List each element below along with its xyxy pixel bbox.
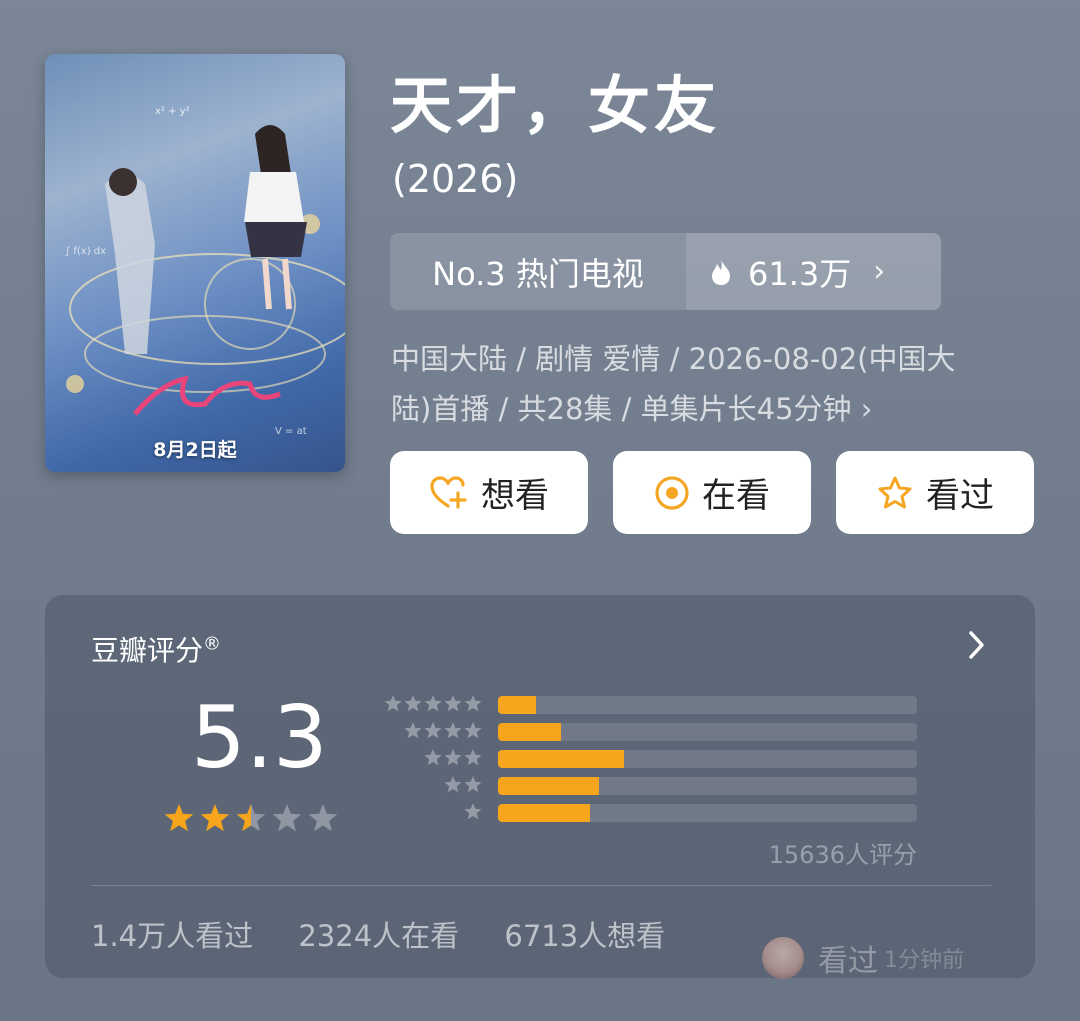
watching-button[interactable]: 在看 [613,451,811,534]
distribution-star-icon [424,749,442,766]
watched-label: 看过 [926,476,994,516]
rating-star-icon [272,804,302,832]
rating-card[interactable]: 豆瓣评分® 5.3 15636人评分 1.4万人看过 2324人在看 6713人… [45,595,1035,978]
distribution-bar-fill [498,750,624,768]
heart-plus-icon [430,475,467,509]
rating-star-icon [200,804,230,832]
poster-art: x² + y² V = at ∫ f(x) dx [65,106,345,437]
rating-title: 豆瓣评分® [91,629,221,669]
star-outline-icon [878,476,912,508]
watermark-text: 看过 [818,944,878,979]
distribution-star-labels [384,695,482,820]
distribution-star-icon [464,776,482,793]
distribution-bar-3 [498,750,917,768]
distribution-bar-fill [498,723,561,741]
watermark-time: 1分钟前 [884,948,964,973]
poster-date-text: 8月2日起 [153,439,237,461]
watched-button[interactable]: 看过 [836,451,1034,534]
distribution-star-icon [424,695,442,712]
chevron-right-icon: › [873,254,886,289]
watching-label: 在看 [702,476,770,516]
distribution-star-icon [464,695,482,712]
ranking-label: No.3 热门电视 [432,254,644,293]
heat-index[interactable]: 61.3万 › [686,233,941,310]
distribution-star-icon [444,722,462,739]
avatar [762,937,804,979]
distribution-star-icon [404,695,422,712]
distribution-star-icon [444,776,462,793]
distribution-bar-4 [498,723,917,741]
rating-star-icon [308,804,338,832]
distribution-star-icon [444,695,462,712]
distribution-bar-2 [498,777,917,795]
distribution-star-icon [464,803,482,820]
distribution-star-icon [464,722,482,739]
stat-want: 6713人想看 [504,919,666,953]
svg-text:x² + y²: x² + y² [155,106,190,117]
rating-count: 15636人评分 [768,841,917,869]
rating-distribution [498,696,917,831]
release-year: (2026) [392,157,519,201]
chevron-right-icon[interactable] [967,629,987,661]
meta-line-2: 陆)首播 / 共28集 / 单集片长45分钟 › [391,392,873,426]
circle-dot-icon [655,475,689,510]
audience-stats: 1.4万人看过 2324人在看 6713人想看 [91,913,701,955]
distribution-bar-fill [498,777,599,795]
distribution-star-icon [444,749,462,766]
distribution-star-icon [464,749,482,766]
stat-watching: 2324人在看 [298,919,460,953]
ranking-chip[interactable]: No.3 热门电视 61.3万 › [390,233,941,310]
meta-line-1: 中国大陆 / 剧情 爱情 / 2026-08-02(中国大 [391,342,956,376]
rating-stars [164,804,338,832]
distribution-star-icon [384,695,402,712]
stat-watched: 1.4万人看过 [91,919,254,953]
rating-star-icon [164,804,194,832]
rating-title-text: 豆瓣评分 [91,634,204,667]
page-title: 天才，女友 [390,69,721,142]
flame-icon [712,258,730,285]
registered-mark: ® [203,633,222,655]
want-to-watch-label: 想看 [481,476,549,516]
distribution-bar-1 [498,804,917,822]
heat-value: 61.3万 [748,254,852,293]
svg-text:∫ f(x) dx: ∫ f(x) dx [65,246,106,257]
distribution-bar-fill [498,696,536,714]
show-meta[interactable]: 中国大陆 / 剧情 爱情 / 2026-08-02(中国大 陆)首播 / 共28… [391,334,1041,434]
want-to-watch-button[interactable]: 想看 [390,451,588,534]
rating-score: 5.3 [191,688,328,788]
poster-image[interactable]: x² + y² V = at ∫ f(x) dx 8月2日起 [45,54,345,472]
rating-star-icon [236,804,266,832]
distribution-bar-5 [498,696,917,714]
distribution-star-icon [404,722,422,739]
activity-watermark: 看过 1分钟前 [762,936,964,980]
distribution-bar-fill [498,804,591,822]
distribution-star-icon [424,722,442,739]
divider [91,885,991,886]
